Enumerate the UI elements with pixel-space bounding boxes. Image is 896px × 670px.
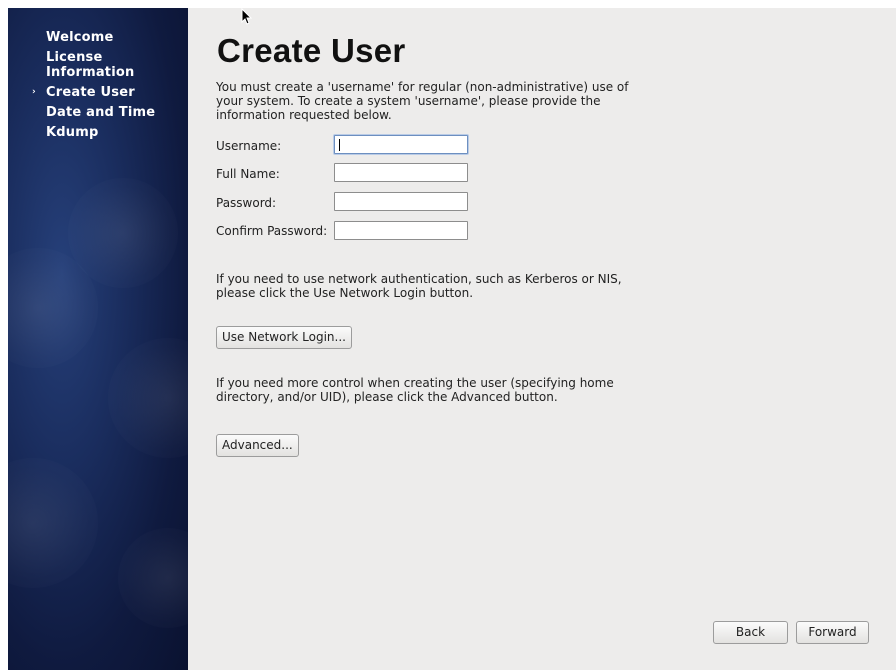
text-caret	[339, 139, 340, 151]
step-label: License Information	[46, 50, 135, 80]
username-label: Username:	[216, 139, 282, 153]
current-step-arrow-icon: ›	[32, 87, 36, 97]
username-field[interactable]	[334, 135, 468, 154]
step-list: Welcome License Information › Create Use…	[8, 30, 188, 145]
step-create-user: › Create User	[8, 85, 188, 100]
forward-button[interactable]: Forward	[796, 621, 869, 644]
advanced-button[interactable]: Advanced...	[216, 434, 299, 457]
step-label: Date and Time	[46, 105, 156, 120]
decorative-orb	[108, 338, 188, 458]
intro-text: You must create a 'username' for regular…	[216, 80, 629, 122]
advanced-text: If you need more control when creating t…	[216, 376, 614, 404]
page-title: Create User	[217, 32, 406, 69]
fullname-field[interactable]	[334, 163, 468, 182]
mouse-pointer-icon	[241, 8, 253, 25]
back-button[interactable]: Back	[713, 621, 788, 644]
step-kdump: Kdump	[8, 125, 188, 140]
content-panel: Create User You must create a 'username'…	[188, 8, 896, 670]
password-field[interactable]	[334, 192, 468, 211]
decorative-orb	[118, 528, 188, 628]
network-auth-text: If you need to use network authenticatio…	[216, 272, 622, 300]
step-label: Welcome	[46, 30, 114, 45]
fullname-label: Full Name:	[216, 167, 280, 181]
confirm-password-field[interactable]	[334, 221, 468, 240]
step-label: Create User	[46, 85, 135, 100]
step-label: Kdump	[46, 125, 99, 140]
step-welcome: Welcome	[8, 30, 188, 45]
password-label: Password:	[216, 196, 277, 210]
decorative-orb	[8, 458, 98, 588]
sidebar: Welcome License Information › Create Use…	[8, 8, 188, 670]
step-license-information: License Information	[8, 50, 136, 80]
use-network-login-button[interactable]: Use Network Login...	[216, 326, 352, 349]
confirm-password-label: Confirm Password:	[216, 224, 328, 238]
step-date-and-time: Date and Time	[8, 105, 188, 120]
